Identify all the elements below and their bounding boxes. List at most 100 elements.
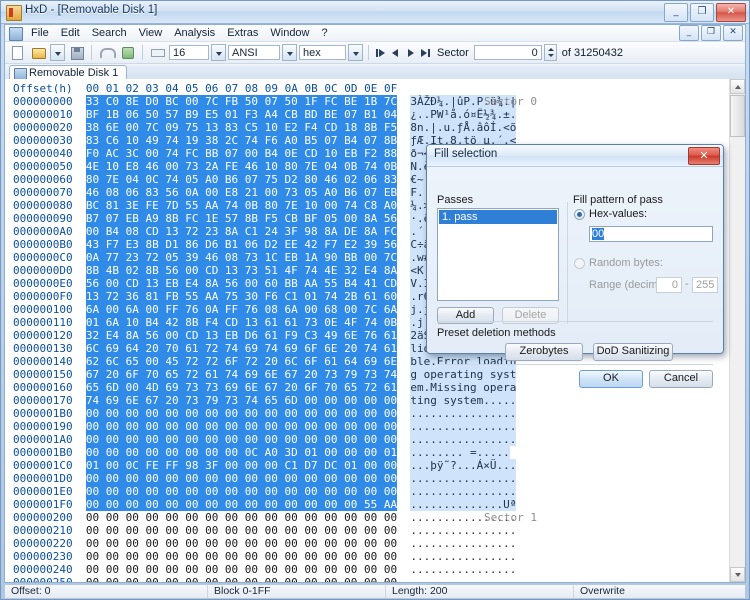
hex-row-bytes[interactable]: 56 00 CD 13 EB E4 8A 56 00 60 BB AA 55 B… xyxy=(85,277,398,290)
menu-item-window[interactable]: Window xyxy=(264,25,315,41)
hex-row[interactable]: 0000001B0 00 00 00 00 00 00 00 00 0C A0 … xyxy=(13,446,730,459)
hex-row[interactable]: 000000210 00 00 00 00 00 00 00 00 00 00 … xyxy=(13,524,730,537)
hex-row-bytes[interactable]: 00 00 00 00 00 00 00 00 00 00 00 00 00 0… xyxy=(85,485,398,498)
zerobytes-button[interactable]: Zerobytes xyxy=(505,343,583,361)
hex-row-bytes[interactable]: 65 6D 00 4D 69 73 73 69 6E 67 20 6F 70 6… xyxy=(85,381,398,394)
hex-row[interactable]: 0000001D0 00 00 00 00 00 00 00 00 00 00 … xyxy=(13,472,730,485)
hex-row-bytes[interactable]: 00 00 00 00 00 00 00 00 00 00 00 00 00 0… xyxy=(86,537,397,550)
hex-values-radio[interactable] xyxy=(574,209,585,220)
hex-row[interactable]: 000000240 00 00 00 00 00 00 00 00 00 00 … xyxy=(13,563,730,576)
pass-list-item[interactable]: 1. pass xyxy=(439,210,557,224)
hex-row-ascii[interactable]: ................ xyxy=(410,550,516,563)
scroll-down-button[interactable] xyxy=(730,567,745,582)
hex-row-bytes[interactable]: 00 00 00 00 00 00 00 00 00 00 00 00 00 0… xyxy=(85,420,398,433)
hex-row-bytes[interactable]: 00 00 00 00 00 00 00 00 00 00 00 00 00 0… xyxy=(86,550,397,563)
menu-item-search[interactable]: Search xyxy=(86,25,133,41)
hex-row-ascii[interactable]: ........ =..... xyxy=(410,446,510,459)
menu-item-extras[interactable]: Extras xyxy=(221,25,264,41)
hex-row-ascii[interactable]: ¿..PW¹å.ó¤Ë½¾.±. xyxy=(410,108,517,121)
hex-row-ascii[interactable]: ................ xyxy=(410,433,517,446)
scroll-up-button[interactable] xyxy=(730,79,745,94)
hex-row-bytes[interactable]: 33 C0 8E D0 BC 00 7C FB 50 07 50 1F FC B… xyxy=(85,95,398,108)
hex-row-bytes[interactable]: 38 6E 00 7C 09 75 13 83 C5 10 E2 F4 CD 1… xyxy=(85,121,398,134)
next-sector-button[interactable] xyxy=(404,45,417,60)
hex-row-bytes[interactable]: 00 00 00 00 00 00 00 00 00 00 00 00 00 0… xyxy=(85,407,398,420)
previous-sector-button[interactable] xyxy=(389,45,402,60)
hex-row-bytes[interactable]: 43 F7 E3 8B D1 86 D6 B1 06 D2 EE 42 F7 E… xyxy=(85,238,398,251)
hex-row[interactable]: 000000010 BF 1B 06 50 57 B9 E5 01 F3 A4 … xyxy=(13,108,730,121)
dialog-close-button[interactable]: ✕ xyxy=(688,147,720,165)
sector-number-input[interactable]: 0 xyxy=(473,45,542,60)
hex-row[interactable]: 0000001C0 01 00 0C FE FF 98 3F 00 00 00 … xyxy=(13,459,730,472)
hex-row-bytes[interactable]: 01 00 0C FE FF 98 3F 00 00 00 C1 D7 DC 0… xyxy=(85,459,398,472)
hex-row-bytes[interactable]: 46 08 06 83 56 0A 00 E8 21 00 73 05 A0 B… xyxy=(85,186,398,199)
hex-row-ascii[interactable]: ................ xyxy=(410,407,517,420)
last-sector-button[interactable] xyxy=(419,45,432,60)
open-recent-dropdown[interactable] xyxy=(50,44,65,61)
hex-row-bytes[interactable]: 00 00 00 00 00 00 00 00 00 00 00 00 00 0… xyxy=(86,576,397,582)
hex-row-ascii[interactable]: 8n.|.u.ƒÅ.âôÍ.<õ xyxy=(410,121,517,134)
scrollbar-thumb[interactable] xyxy=(730,95,745,137)
menu-item-view[interactable]: View xyxy=(133,25,169,41)
menu-item-file[interactable]: File xyxy=(25,25,55,41)
first-sector-button[interactable] xyxy=(374,45,387,60)
hex-row-bytes[interactable]: 00 00 00 00 00 00 00 00 00 00 00 00 00 0… xyxy=(85,433,398,446)
hex-values-input[interactable]: 00 xyxy=(589,226,713,242)
undo-button[interactable] xyxy=(97,43,116,62)
hex-row[interactable]: 000000020 38 6E 00 7C 09 75 13 83 C5 10 … xyxy=(13,121,730,134)
hex-row-ascii[interactable]: ................ xyxy=(410,524,516,537)
restore-button[interactable]: ❐ xyxy=(690,3,714,22)
hex-row-ascii[interactable]: ................ xyxy=(410,485,517,498)
menu-item-analysis[interactable]: Analysis xyxy=(168,25,221,41)
hex-row[interactable]: 000000170 74 69 6E 67 20 73 79 73 74 65 … xyxy=(13,394,730,407)
hex-row-bytes[interactable]: 00 00 00 00 00 00 00 00 00 00 00 00 00 0… xyxy=(86,524,397,537)
sector-spinner[interactable] xyxy=(543,44,557,61)
range-max-input[interactable]: 255 xyxy=(692,277,718,293)
hex-row-ascii[interactable]: ................ xyxy=(410,563,516,576)
hex-row-bytes[interactable]: 80 7E 04 0C 74 05 A0 B6 07 75 D2 80 46 0… xyxy=(85,173,398,186)
charset-field[interactable]: ANSI xyxy=(228,45,280,60)
hex-row-ascii[interactable]: ................ xyxy=(410,576,516,582)
offset-base-dropdown[interactable] xyxy=(348,44,363,61)
hex-row-bytes[interactable]: 13 72 36 81 FB 55 AA 75 30 F6 C1 01 74 2… xyxy=(85,290,398,303)
hex-row-bytes[interactable]: 62 6C 65 00 45 72 72 6F 72 20 6C 6F 61 6… xyxy=(85,355,398,368)
hex-row-ascii[interactable]: ................ xyxy=(410,537,516,550)
cancel-button[interactable]: Cancel xyxy=(649,370,713,388)
ok-button[interactable]: OK xyxy=(579,370,643,388)
hex-row-bytes[interactable]: 00 00 00 00 00 00 00 00 00 00 00 00 00 0… xyxy=(85,472,398,485)
hex-row[interactable]: 000000250 00 00 00 00 00 00 00 00 00 00 … xyxy=(13,576,730,582)
hex-row[interactable]: 0000001E0 00 00 00 00 00 00 00 00 00 00 … xyxy=(13,485,730,498)
offset-base-field[interactable]: hex xyxy=(299,45,346,60)
close-button[interactable]: ✕ xyxy=(716,3,746,22)
hex-row-bytes[interactable]: 6C 69 64 20 70 61 72 74 69 74 69 6F 6E 2… xyxy=(85,342,398,355)
hex-row[interactable]: 000000200 00 00 00 00 00 00 00 00 00 00 … xyxy=(13,511,730,524)
bytes-per-row-field[interactable]: 16 xyxy=(169,45,209,60)
dod-sanitizing-button[interactable]: DoD Sanitizing xyxy=(593,343,673,361)
hex-row[interactable]: 000000190 00 00 00 00 00 00 00 00 00 00 … xyxy=(13,420,730,433)
hex-row-ascii[interactable]: em.Missing opera xyxy=(410,381,517,394)
hex-row-bytes[interactable]: 00 00 00 00 00 00 00 00 00 00 00 00 00 0… xyxy=(86,563,397,576)
range-min-input[interactable]: 0 xyxy=(656,277,682,293)
hex-row-bytes[interactable]: 67 20 6F 70 65 72 61 74 69 6E 67 20 73 7… xyxy=(85,368,398,381)
hex-row-bytes[interactable]: 00 00 00 00 00 00 00 00 0C A0 3D 01 00 0… xyxy=(85,446,398,459)
hex-row-bytes[interactable]: 4E 10 E8 46 00 73 2A FE 46 10 80 7E 04 0… xyxy=(85,160,398,173)
hex-row-bytes[interactable]: 01 6A 10 B4 42 8B F4 CD 13 61 61 73 0E 4… xyxy=(85,316,398,329)
hex-row[interactable]: 000000230 00 00 00 00 00 00 00 00 00 00 … xyxy=(13,550,730,563)
vertical-scrollbar[interactable] xyxy=(729,79,745,582)
bytes-per-row-icon-button[interactable] xyxy=(148,43,167,62)
hex-row-ascii[interactable]: ting system..... xyxy=(410,394,517,407)
save-file-button[interactable] xyxy=(67,43,86,62)
hex-row-bytes[interactable]: F0 AC 3C 00 74 FC BB 07 00 B4 0E CD 10 E… xyxy=(85,147,398,160)
hex-row-bytes[interactable]: BF 1B 06 50 57 B9 E5 01 F3 A4 CB BD BE 0… xyxy=(85,108,398,121)
hex-row-ascii[interactable]: ..............Uª xyxy=(410,498,517,511)
hex-row[interactable]: 000000220 00 00 00 00 00 00 00 00 00 00 … xyxy=(13,537,730,550)
redo-button[interactable] xyxy=(118,43,137,62)
passes-listbox[interactable]: 1. pass xyxy=(437,208,559,301)
charset-dropdown[interactable] xyxy=(282,44,297,61)
bytes-per-row-dropdown[interactable] xyxy=(211,44,226,61)
hex-row-ascii[interactable]: g operating syst xyxy=(410,368,517,381)
hex-row-bytes[interactable]: BC 81 3E FE 7D 55 AA 74 0B 80 7E 10 00 7… xyxy=(85,199,398,212)
status-mode[interactable]: Overwrite xyxy=(574,585,631,598)
hex-row-bytes[interactable]: 32 E4 8A 56 00 CD 13 EB D6 61 F9 C3 49 6… xyxy=(85,329,398,342)
minimize-button[interactable]: _ xyxy=(664,3,688,22)
